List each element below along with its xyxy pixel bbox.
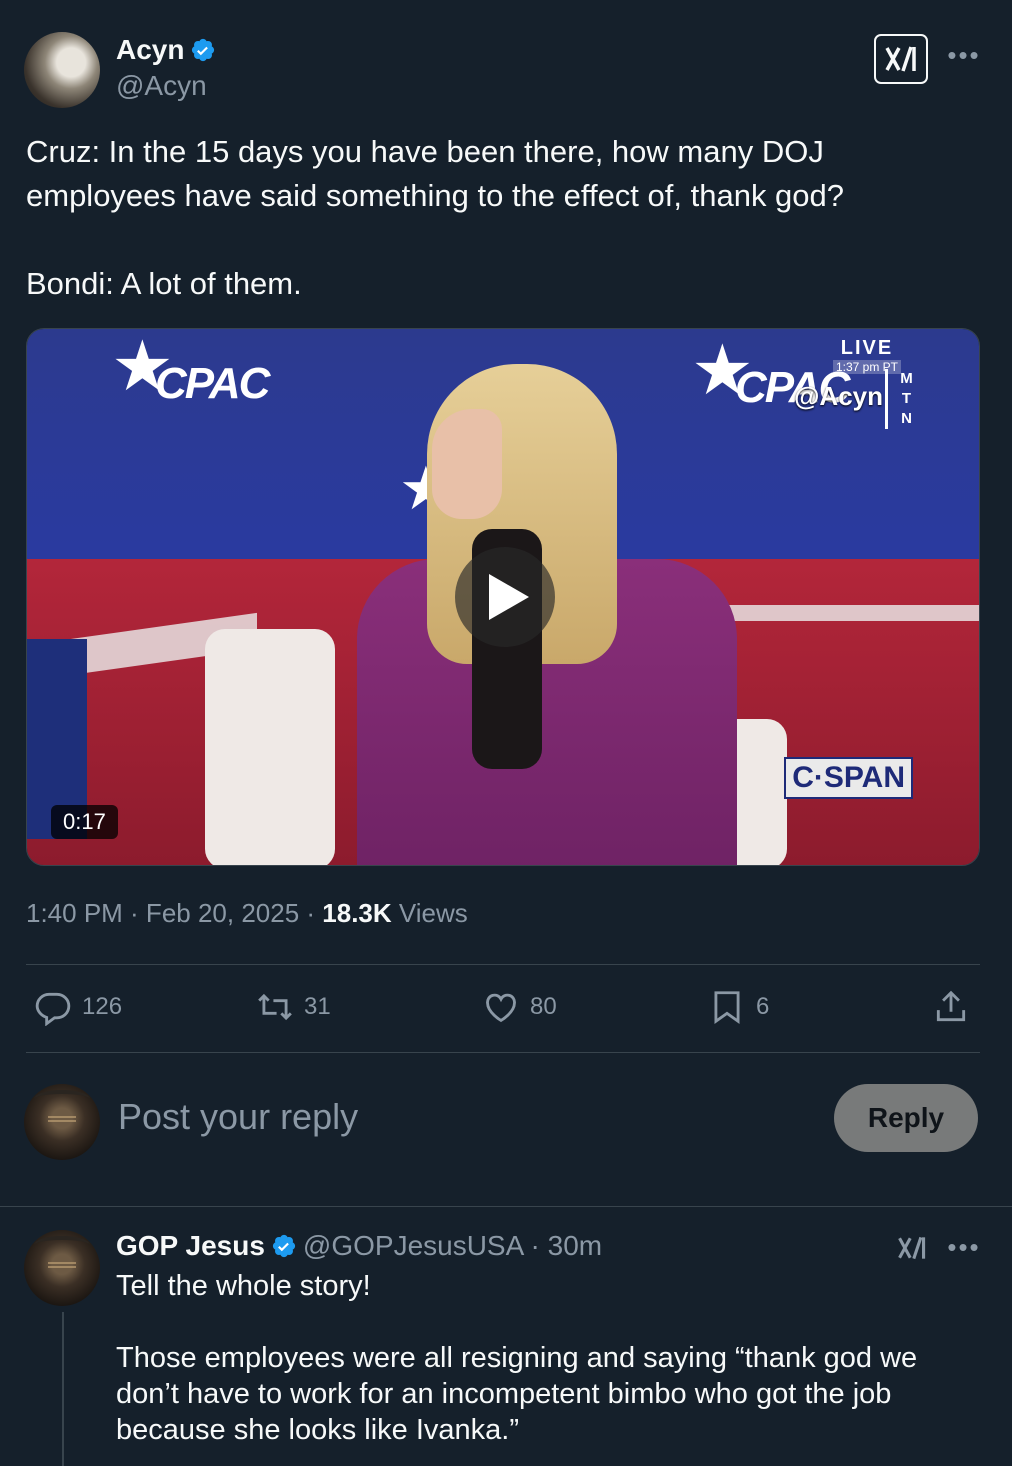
more-icon[interactable]: ••• [944,40,984,70]
mtn-letter: M [900,370,913,387]
grok-icon[interactable] [874,34,928,84]
play-button[interactable] [455,547,555,647]
reply-action[interactable]: 126 [34,988,122,1026]
video-watermark-handle: @Acyn [794,381,883,411]
reply-author-avatar[interactable] [24,1230,100,1306]
like-action[interactable]: 80 [482,988,557,1026]
reply-handle-time[interactable]: @GOPJesusUSA · 30m [303,1230,602,1262]
views-label: Views [398,898,468,928]
reply-count: 126 [82,993,123,1020]
author-avatar[interactable] [24,32,100,108]
video-player[interactable]: ★ CPAC ★ CPAC ★ LIVE 1:37 pm PT @Acyn M … [26,328,980,866]
author-display-name[interactable]: Acyn [116,34,184,66]
views-count: 18.3K [322,898,392,928]
divider [26,1052,980,1053]
reply-display-name[interactable]: GOP Jesus [116,1230,265,1262]
play-icon [489,574,529,620]
verified-badge-icon [272,1234,296,1258]
like-count: 80 [530,993,557,1020]
chair [205,629,335,865]
person-face [432,409,502,519]
reply-text: Tell the whole story! Those employees we… [116,1270,918,1446]
mtn-letter: N [901,410,912,427]
reply-input[interactable]: Post your reply [118,1096,358,1138]
reply-icon [35,992,71,1026]
avatar-eyes [48,1262,76,1268]
crown-of-thorns [34,1090,90,1108]
bookmark-action[interactable]: 6 [708,988,769,1026]
cpac-logo-left: CPAC [155,359,270,408]
author-name-row: Acyn [116,34,216,66]
share-icon [936,990,966,1022]
mtn-watermark: M T N [885,369,915,429]
author-handle[interactable]: @Acyn [116,70,207,102]
thread-line [62,1312,64,1466]
reply-button[interactable]: Reply [834,1084,978,1152]
bookmark-count: 6 [756,993,770,1020]
tweet-meta: 1:40 PM · Feb 20, 2025 · 18.3K Views [26,898,468,929]
grok-icon[interactable] [894,1230,930,1266]
repost-action[interactable]: 31 [256,988,331,1026]
composer-avatar[interactable] [24,1084,100,1160]
more-icon[interactable]: ••• [944,1232,984,1262]
share-action[interactable] [932,988,970,1026]
like-icon [486,993,516,1023]
mtn-letter: T [901,390,912,407]
divider [0,1206,1012,1207]
cspan-logo: C·SPAN [784,757,913,799]
repost-count: 31 [304,993,331,1020]
repost-icon [258,993,292,1021]
divider [26,964,980,965]
reply-name-row: GOP Jesus @GOPJesusUSA · 30m [116,1230,602,1262]
video-duration: 0:17 [51,805,118,839]
live-label: LIVE [840,337,894,359]
bookmark-icon [714,991,740,1025]
crown-of-thorns [34,1236,90,1254]
tweet-text: Cruz: In the 15 days you have been there… [26,134,845,301]
avatar-eyes [48,1116,76,1122]
verified-badge-icon [192,38,215,62]
tweet-timestamp[interactable]: 1:40 PM · Feb 20, 2025 · [26,898,322,928]
